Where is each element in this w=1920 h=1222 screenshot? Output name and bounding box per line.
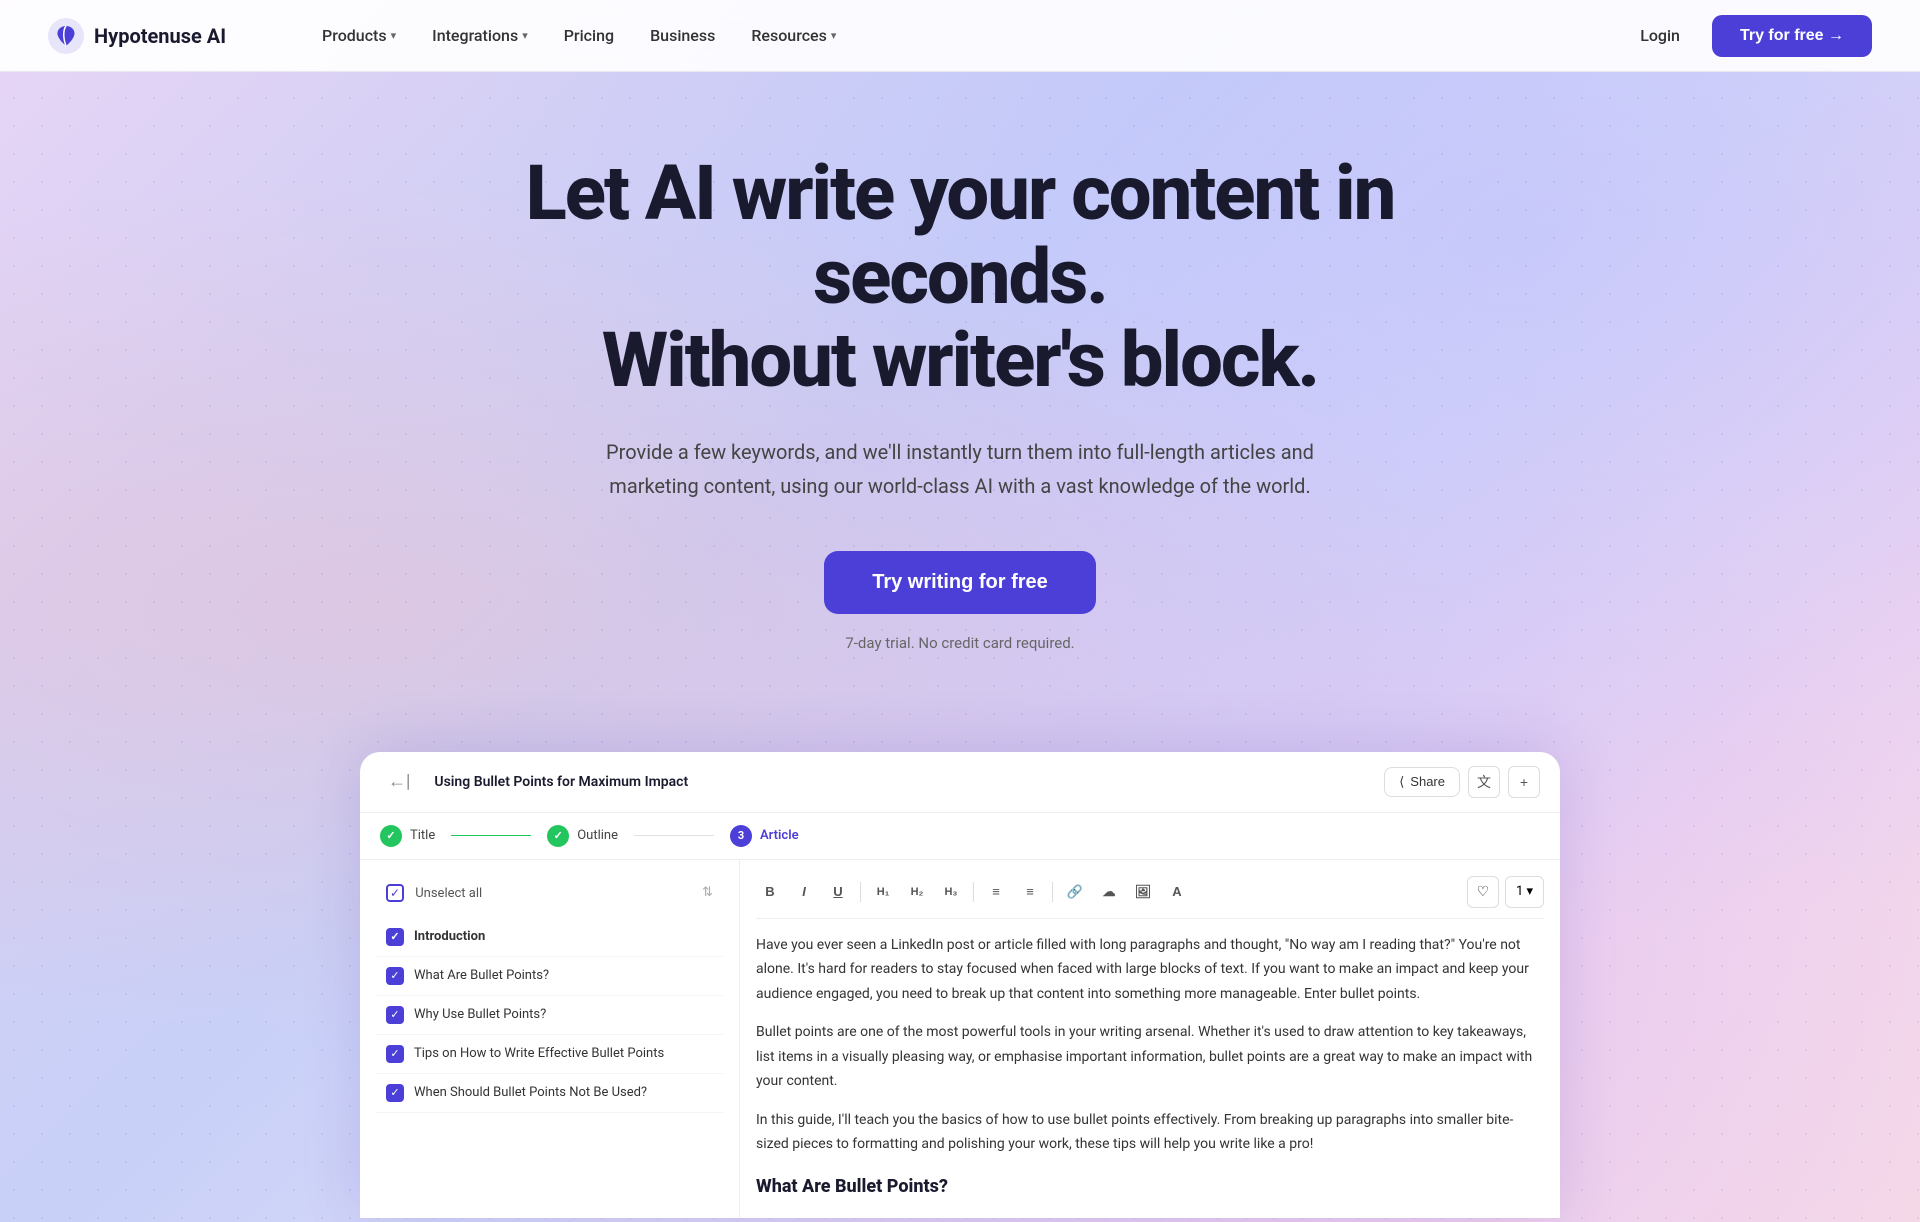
navbar: Hypotenuse AI Products ▾ Integrations ▾ …	[0, 0, 1920, 72]
nav-links: Products ▾ Integrations ▾ Pricing Busine…	[306, 18, 1624, 53]
outline-panel: ✓ Unselect all ⇅ ✓ Introduction ✓ What A…	[360, 860, 740, 1219]
editor-panel: B I U H₁ H₂ H₃ ≡ ≡ 🔗 ☁ 🖼 A ♡	[740, 860, 1560, 1219]
hero-section: Let AI write your content in seconds. Wi…	[0, 0, 1920, 1222]
step-title-icon: ✓	[380, 825, 402, 847]
step-outline-icon: ✓	[547, 825, 569, 847]
h2-button[interactable]: H₂	[903, 878, 931, 906]
step-outline: ✓ Outline	[547, 825, 618, 847]
list-button[interactable]: ≡	[982, 878, 1010, 906]
nav-actions: Login Try for free →	[1624, 15, 1872, 57]
toolbar-separator	[973, 882, 974, 902]
app-header-actions: ⟨ Share 文 +	[1384, 766, 1540, 798]
step-article: 3 Article	[730, 825, 799, 847]
trial-note: 7-day trial. No credit card required.	[450, 634, 1470, 652]
nav-resources[interactable]: Resources ▾	[735, 18, 852, 53]
step-line-2	[634, 835, 714, 836]
image-button[interactable]: 🖼	[1129, 878, 1157, 906]
logo-text: Hypotenuse AI	[94, 24, 226, 48]
try-for-free-button[interactable]: Try for free →	[1712, 15, 1872, 57]
underline-button[interactable]: U	[824, 878, 852, 906]
editor-paragraph-3: In this guide, I'll teach you the basics…	[756, 1108, 1544, 1157]
back-arrow[interactable]: ←|	[380, 767, 418, 796]
link-button[interactable]: 🔗	[1061, 878, 1089, 906]
editor-paragraph-2: Bullet points are one of the most powerf…	[756, 1020, 1544, 1094]
version-counter[interactable]: 1 ▾	[1505, 876, 1544, 908]
h1-button[interactable]: H₁	[869, 878, 897, 906]
outline-item-introduction[interactable]: ✓ Introduction	[376, 918, 723, 957]
unselect-all[interactable]: ✓ Unselect all ⇅	[376, 876, 723, 910]
sort-icon: ⇅	[702, 885, 713, 900]
outline-item-tips[interactable]: ✓ Tips on How to Write Effective Bullet …	[376, 1035, 723, 1074]
add-icon: +	[1520, 774, 1528, 790]
format-button[interactable]: A	[1163, 878, 1191, 906]
add-button[interactable]: +	[1508, 766, 1540, 798]
translate-button[interactable]: 文	[1468, 766, 1500, 798]
checkbox-checked-icon: ✓	[386, 1045, 404, 1063]
cloud-button[interactable]: ☁	[1095, 878, 1123, 906]
save-button[interactable]: ♡	[1467, 876, 1499, 908]
toolbar-separator	[1052, 882, 1053, 902]
ordered-list-button[interactable]: ≡	[1016, 878, 1044, 906]
logo-icon	[48, 18, 84, 54]
nav-business[interactable]: Business	[634, 18, 731, 53]
app-preview: ←| Using Bullet Points for Maximum Impac…	[360, 752, 1560, 1219]
checkbox-checked-icon: ✓	[386, 1006, 404, 1024]
bold-button[interactable]: B	[756, 878, 784, 906]
nav-products[interactable]: Products ▾	[306, 18, 412, 53]
editor-content[interactable]: Have you ever seen a LinkedIn post or ar…	[756, 933, 1544, 1203]
translate-icon: 文	[1477, 772, 1491, 792]
app-header: ←| Using Bullet Points for Maximum Impac…	[360, 752, 1560, 813]
checkbox-checked-icon: ✓	[386, 967, 404, 985]
outline-item-why[interactable]: ✓ Why Use Bullet Points?	[376, 996, 723, 1035]
checkbox-checked-icon: ✓	[386, 928, 404, 946]
editor-toolbar: B I U H₁ H₂ H₃ ≡ ≡ 🔗 ☁ 🖼 A ♡	[756, 876, 1544, 919]
editor-heading: What Are Bullet Points?	[756, 1171, 1544, 1203]
toolbar-right-actions: ♡ 1 ▾	[1467, 876, 1544, 908]
app-document-title: Using Bullet Points for Maximum Impact	[434, 774, 1368, 790]
editor-paragraph-1: Have you ever seen a LinkedIn post or ar…	[756, 933, 1544, 1007]
logo[interactable]: Hypotenuse AI	[48, 18, 226, 54]
nav-integrations[interactable]: Integrations ▾	[416, 18, 544, 53]
hero-subtitle: Provide a few keywords, and we'll instan…	[590, 435, 1330, 503]
step-title: ✓ Title	[380, 825, 435, 847]
app-body: ✓ Unselect all ⇅ ✓ Introduction ✓ What A…	[360, 860, 1560, 1219]
unselect-checkbox: ✓	[386, 884, 404, 902]
nav-pricing[interactable]: Pricing	[548, 18, 630, 53]
step-line-1	[451, 835, 531, 836]
italic-button[interactable]: I	[790, 878, 818, 906]
outline-item-when[interactable]: ✓ When Should Bullet Points Not Be Used?	[376, 1074, 723, 1113]
toolbar-separator	[860, 882, 861, 902]
chevron-down-icon: ▾	[391, 29, 397, 42]
chevron-down-icon: ▾	[831, 29, 837, 42]
login-link[interactable]: Login	[1624, 18, 1696, 53]
chevron-down-icon: ▾	[522, 29, 528, 42]
try-writing-button[interactable]: Try writing for free	[824, 551, 1096, 614]
share-button[interactable]: ⟨ Share	[1384, 767, 1460, 797]
share-icon: ⟨	[1399, 774, 1404, 790]
checkbox-checked-icon: ✓	[386, 1084, 404, 1102]
h3-button[interactable]: H₃	[937, 878, 965, 906]
hero-title: Let AI write your content in seconds. Wi…	[450, 152, 1470, 403]
step-article-icon: 3	[730, 825, 752, 847]
outline-item-what[interactable]: ✓ What Are Bullet Points?	[376, 957, 723, 996]
steps-bar: ✓ Title ✓ Outline 3 Article	[360, 813, 1560, 860]
hero-content: Let AI write your content in seconds. Wi…	[410, 72, 1510, 752]
